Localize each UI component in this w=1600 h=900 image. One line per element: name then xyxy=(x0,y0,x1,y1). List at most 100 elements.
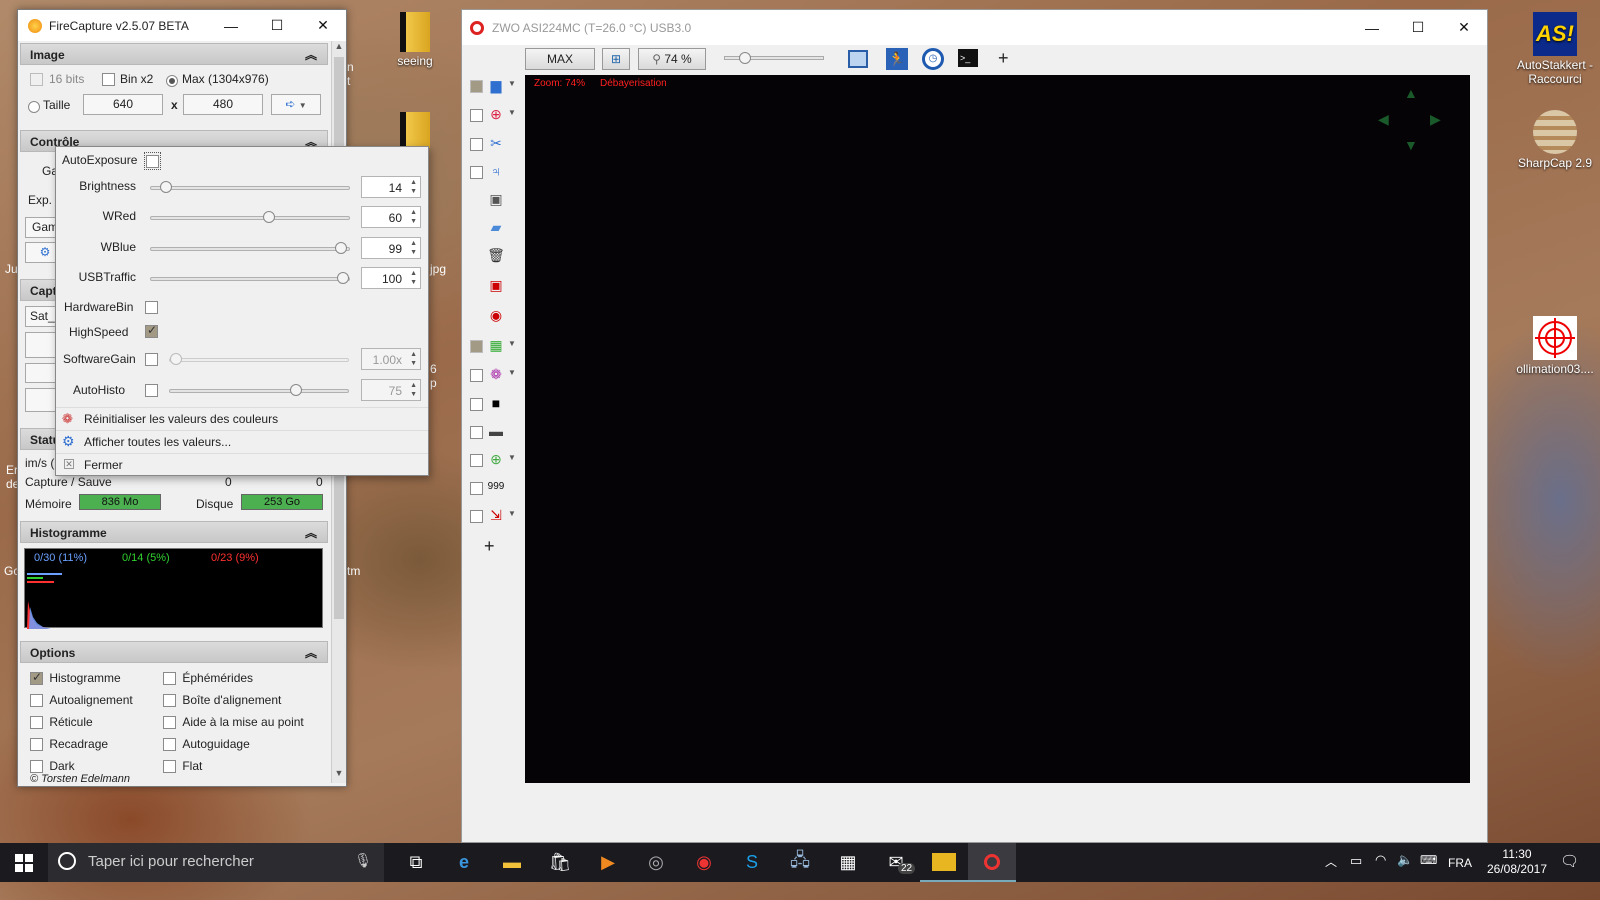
close-button[interactable]: ✕ xyxy=(1441,12,1487,43)
zoom-button[interactable]: ⚲ 74 % xyxy=(638,48,706,70)
firecapture-taskbar-icon[interactable] xyxy=(920,843,968,882)
crop-tool[interactable]: ✂ xyxy=(470,134,520,156)
add-tool-icon[interactable]: + xyxy=(998,48,1009,69)
fit-screen-button[interactable]: ⊞ xyxy=(602,48,630,70)
reset-colors-menu-item[interactable]: ❁ Réinitialiser les valeurs des couleurs xyxy=(56,407,428,430)
close-menu-item[interactable]: ✕ Fermer xyxy=(56,453,428,476)
option-reticule[interactable]: Réticule xyxy=(30,715,93,730)
taskbar-search-box[interactable]: Taper ici pour rechercher 🎙 xyxy=(48,843,384,882)
south-arrow-icon[interactable]: ▼ xyxy=(1404,137,1418,153)
reticle-tool[interactable]: ⊕ ▼ xyxy=(470,105,520,127)
option-autoalignement-checkbox[interactable] xyxy=(30,694,43,708)
preview-canvas[interactable]: Zoom: 74% Débayerisation ▲ ▼ ◀ ▶ xyxy=(525,75,1470,783)
wblue-slider[interactable] xyxy=(150,242,350,254)
chevron-down-icon[interactable]: ▼ xyxy=(508,79,516,88)
close-button[interactable]: ✕ xyxy=(300,10,346,41)
calculator-icon[interactable]: ▦ xyxy=(824,843,872,882)
scroll-up-arrow[interactable]: ▲ xyxy=(332,41,346,56)
export-tool[interactable]: ⇲ ▼ xyxy=(470,506,520,528)
wred-slider[interactable] xyxy=(150,211,350,223)
chevron-down-icon[interactable]: ▼ xyxy=(508,368,516,377)
camera-icon[interactable]: ▣ xyxy=(487,190,505,208)
width-field[interactable]: 640 xyxy=(83,94,163,115)
terminal-icon[interactable]: >_ xyxy=(958,49,978,67)
spinner-up-icon[interactable]: ▲ xyxy=(410,209,417,217)
chevron-down-icon[interactable]: ▼ xyxy=(299,101,307,110)
globe-tool[interactable]: ⊕ ▼ xyxy=(470,450,520,472)
scissors-icon[interactable]: ✂ xyxy=(487,134,505,152)
record-icon[interactable]: ▣ xyxy=(487,276,505,294)
autohisto-spinner[interactable]: 75 ▲ ▼ xyxy=(361,379,421,401)
clock-icon[interactable]: ◷ xyxy=(922,48,944,70)
color-grid-icon[interactable]: ▦ xyxy=(487,336,505,354)
spinner-down-icon[interactable]: ▼ xyxy=(410,249,417,257)
add-side-tool-icon[interactable]: + xyxy=(484,536,495,557)
spinner-down-icon[interactable]: ▼ xyxy=(410,279,417,287)
autohisto-slider[interactable] xyxy=(169,384,349,396)
wifi-icon[interactable]: ◠ xyxy=(1375,852,1386,868)
max-button[interactable]: MAX xyxy=(525,48,595,70)
option-flat[interactable]: Flat xyxy=(163,759,202,774)
hardwarebin-checkbox[interactable] xyxy=(145,301,158,315)
task-view-icon[interactable]: ⧉ xyxy=(392,843,440,882)
keyboard-icon[interactable]: ⌨ xyxy=(1420,853,1437,867)
highspeed-checkbox[interactable] xyxy=(145,323,158,339)
flat-frame-tool-checkbox[interactable] xyxy=(470,426,483,439)
option-ephemerides[interactable]: Éphémérides xyxy=(163,671,253,686)
counter-tool[interactable]: 999 xyxy=(470,478,520,500)
start-button[interactable] xyxy=(0,843,48,882)
usbtraffic-slider-thumb[interactable] xyxy=(337,272,349,284)
max-resolution-radio[interactable] xyxy=(166,74,178,87)
option-histogramme-checkbox[interactable] xyxy=(30,670,43,686)
usbtraffic-slider[interactable] xyxy=(150,272,350,284)
wblue-spinner[interactable]: 99 ▲ ▼ xyxy=(361,237,421,259)
chrome-icon[interactable]: ◉ xyxy=(680,843,728,882)
counter-icon[interactable]: 999 xyxy=(487,478,505,496)
running-man-icon[interactable]: 🏃 xyxy=(886,48,908,70)
16bits-checkbox[interactable] xyxy=(30,73,43,87)
height-field[interactable]: 480 xyxy=(183,94,263,115)
option-histogramme[interactable]: Histogramme xyxy=(30,670,121,686)
option-boite-alignement-checkbox[interactable] xyxy=(163,694,176,708)
focus-tool[interactable]: ♃ xyxy=(470,162,520,184)
option-dark[interactable]: Dark xyxy=(30,759,75,774)
globe-tool-checkbox[interactable] xyxy=(470,454,483,467)
color-grid-tool-checkbox[interactable] xyxy=(470,340,483,353)
record-tool[interactable]: ▣ xyxy=(470,276,520,298)
maximize-button[interactable]: ☐ xyxy=(1395,12,1441,43)
zoom-slider-thumb[interactable] xyxy=(739,52,751,64)
desktop-icon-collimation[interactable]: ollimation03.... xyxy=(1510,316,1600,376)
option-recadrage[interactable]: Recadrage xyxy=(30,737,108,752)
display-icon[interactable] xyxy=(848,50,868,68)
desktop-folder-partial[interactable] xyxy=(400,112,430,148)
east-arrow-icon[interactable]: ▶ xyxy=(1430,111,1441,128)
notification-center-icon[interactable]: 🗨 xyxy=(1560,852,1579,870)
option-recadrage-checkbox[interactable] xyxy=(30,738,43,752)
wred-slider-thumb[interactable] xyxy=(262,211,275,223)
option-reticule-checkbox[interactable] xyxy=(30,716,43,730)
show-all-values-menu-item[interactable]: ⚙ Afficher toutes les valeurs... xyxy=(56,430,428,453)
autohisto-checkbox[interactable] xyxy=(145,384,158,398)
export-icon[interactable]: ⇲ xyxy=(487,506,505,524)
autoexposure-checkbox[interactable] xyxy=(146,155,159,169)
histogram-tool[interactable]: ▆ ▼ xyxy=(470,76,520,98)
spinner-down-icon[interactable]: ▼ xyxy=(410,391,417,399)
wred-spinner[interactable]: 60 ▲ ▼ xyxy=(361,206,421,228)
options-section-header[interactable]: Options ︽ xyxy=(20,641,328,663)
option-dark-checkbox[interactable] xyxy=(30,760,43,774)
skype-icon[interactable]: S xyxy=(728,843,776,882)
image-section-header[interactable]: Image ︽ xyxy=(20,43,328,65)
desktop-icon-seeing[interactable]: seeing xyxy=(375,12,455,68)
softwaregain-slider[interactable] xyxy=(169,353,349,365)
reticle-tool-checkbox[interactable] xyxy=(470,109,483,122)
spinner-up-icon[interactable]: ▲ xyxy=(410,270,417,278)
folder-icon[interactable]: ▰ xyxy=(487,218,505,236)
battery-icon[interactable]: ▭ xyxy=(1350,853,1362,869)
black-frame-tool[interactable]: ■ xyxy=(470,394,520,416)
softwaregain-checkbox[interactable] xyxy=(145,353,158,367)
softwaregain-slider-thumb[interactable] xyxy=(170,353,182,365)
softwaregain-spinner[interactable]: 1.00x ▲ ▼ xyxy=(361,348,421,370)
spinner-down-icon[interactable]: ▼ xyxy=(410,218,417,226)
spinner-up-icon[interactable]: ▲ xyxy=(410,382,417,390)
chevron-down-icon[interactable]: ▼ xyxy=(508,509,516,518)
